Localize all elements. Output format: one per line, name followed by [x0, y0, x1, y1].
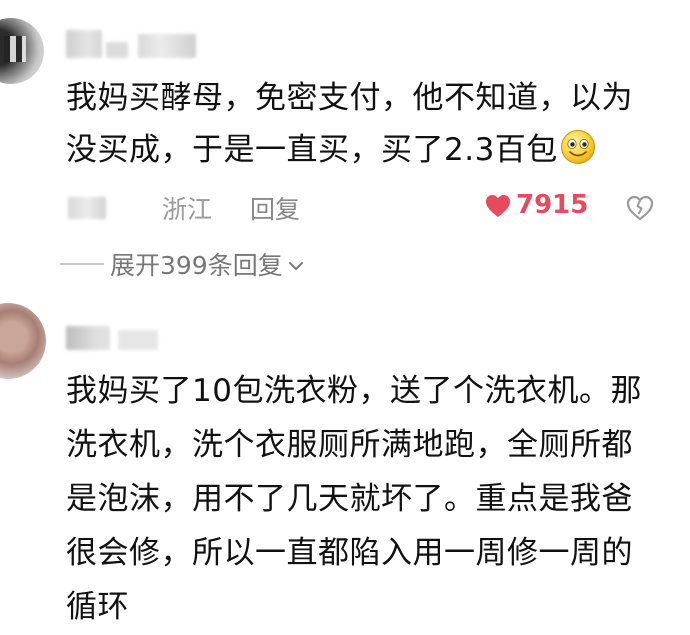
reply-button[interactable]: 回复: [250, 190, 300, 226]
comment-text-line: 我妈买了10包洗衣粉，送了个洗衣机。那: [66, 373, 642, 409]
chevron-down-icon: [288, 262, 303, 270]
divider: [60, 263, 104, 265]
like-count: 7915: [516, 190, 589, 220]
comment-text-line: 很会修，所以一直都陷入用一周修一周的: [66, 535, 633, 571]
comment-text: 我妈买了10包洗衣粉，送了个洗衣机。那 洗衣机，洗个衣服厕所满地跑，全厕所都 是…: [66, 364, 676, 634]
expand-replies-label: 展开399条回复: [110, 251, 283, 280]
comment-text-line: 我妈买酵母，免密支付，他不知道，以为: [66, 80, 633, 116]
username-blurred-part: [138, 34, 196, 58]
comment-meta-row: 浙江 回复 7915: [0, 190, 690, 226]
avatar[interactable]: [0, 18, 44, 84]
comment-text-line: 是泡沫，用不了几天就坏了。重点是我爸: [66, 481, 633, 517]
username-blurred[interactable]: [66, 326, 110, 350]
heart-icon: [486, 195, 510, 217]
username-blurred[interactable]: [66, 30, 102, 58]
comment-text-line: 洗衣机，洗个衣服厕所满地跑，全厕所都: [66, 427, 633, 463]
comment-text: 我妈买酵母，免密支付，他不知道，以为 没买成，于是一直买，买了2.3百包: [66, 72, 666, 176]
location-label: 浙江: [162, 195, 213, 224]
comment-text-line: 没买成，于是一直买，买了2.3百包: [66, 132, 558, 168]
username-blurred-part: [106, 42, 128, 58]
username-blurred-part: [118, 330, 158, 350]
comment-text-line: 循环: [66, 589, 129, 625]
expand-replies[interactable]: 展开399条回复: [60, 247, 305, 281]
like-button[interactable]: 7915: [484, 190, 588, 220]
avatar[interactable]: [0, 303, 46, 379]
smiley-emoji-icon: [560, 130, 595, 164]
broken-heart-icon[interactable]: [625, 194, 655, 222]
